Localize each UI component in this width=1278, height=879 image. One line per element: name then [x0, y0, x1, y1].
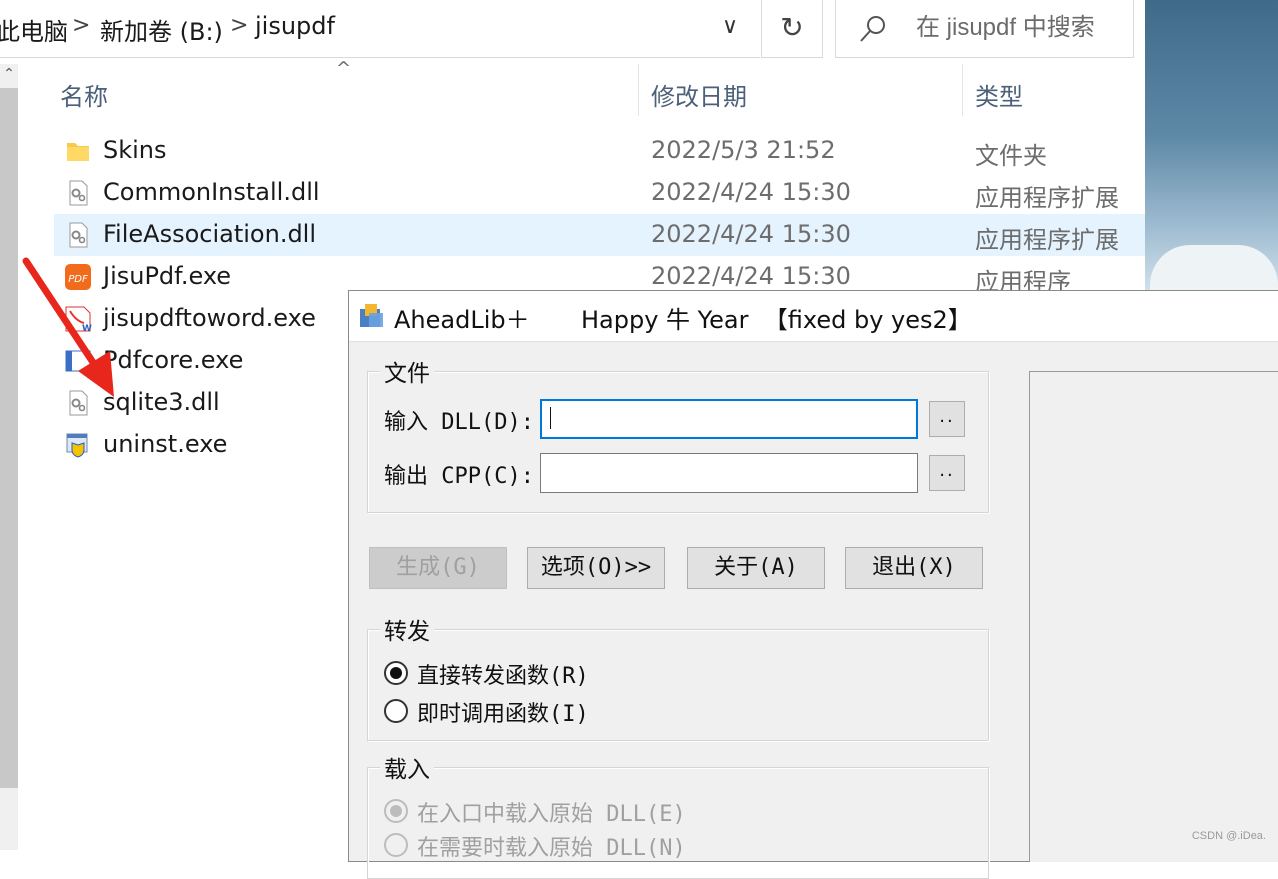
uninstaller-icon — [66, 433, 88, 458]
column-header-name[interactable]: 名称 — [60, 77, 108, 112]
generate-button[interactable]: 生成(G) — [369, 547, 507, 589]
file-name: jisupdftoword.exe — [103, 304, 316, 332]
dll-file-icon — [69, 222, 88, 248]
load-group-label: 载入 — [380, 750, 434, 784]
radio-unchecked-icon[interactable] — [384, 699, 408, 723]
radio-load-at-entry-label: 在入口中载入原始 DLL(E) — [417, 802, 686, 827]
options-button[interactable]: 选项(O)>> — [527, 547, 665, 589]
radio-unchecked-icon[interactable] — [384, 833, 408, 857]
breadcrumb-volume[interactable]: 新加卷 (B:) — [100, 12, 223, 47]
red-arrow-annotation — [22, 257, 114, 397]
file-name: FileAssociation.dll — [103, 220, 317, 248]
watermark: CSDN @.iDea. — [1191, 830, 1266, 842]
radio-load-on-demand-label: 在需要时载入原始 DLL(N) — [417, 836, 686, 861]
dialog-title: AheadLib＋ — [394, 306, 530, 334]
column-divider[interactable] — [638, 64, 639, 116]
file-group-label: 文件 — [380, 354, 434, 388]
dialog-title-bar[interactable]: AheadLib＋ Happy 牛 Year 【fixed by yes2】 — [349, 291, 1278, 342]
column-header-type[interactable]: 类型 — [975, 77, 1023, 112]
file-date: 2022/5/3 21:52 — [651, 136, 836, 164]
address-bar-area: 此电脑 > 新加卷 (B:) > jisupdf ∨ ↻ — [0, 0, 1145, 58]
input-dll-field[interactable] — [540, 399, 918, 439]
breadcrumb-folder[interactable]: jisupdf — [255, 12, 335, 40]
dialog-title-suffix: Happy 牛 Year 【fixed by yes2】 — [581, 306, 972, 334]
text-caret — [550, 407, 551, 429]
search-input[interactable] — [916, 10, 1126, 46]
browse-output-button[interactable]: .. — [929, 455, 965, 491]
column-headers: ^ 名称 修改日期 类型 — [40, 58, 1145, 124]
file-name: Skins — [103, 136, 167, 164]
browse-input-button[interactable]: .. — [929, 401, 965, 437]
radio-checked-icon[interactable] — [384, 661, 408, 685]
refresh-button[interactable]: ↻ — [761, 0, 823, 58]
file-date: 2022/4/24 15:30 — [651, 262, 851, 290]
column-header-modified[interactable]: 修改日期 — [651, 77, 747, 112]
radio-immediate-call-label: 即时调用函数(I) — [417, 702, 589, 727]
search-icon — [860, 16, 885, 42]
forward-group-label: 转发 — [380, 612, 434, 646]
breadcrumb-separator-icon[interactable]: > — [230, 13, 248, 38]
input-dll-label: 输入 DLL(D): — [384, 410, 534, 435]
aheadlib-app-icon — [360, 304, 383, 327]
file-name: CommonInstall.dll — [103, 178, 320, 206]
file-row[interactable]: Skins 2022/5/3 21:52 文件夹 — [54, 130, 1145, 172]
file-group: 文件 输入 DLL(D): .. 输出 CPP(C): .. — [367, 354, 989, 513]
radio-checked-icon[interactable] — [384, 799, 408, 823]
aheadlib-dialog: AheadLib＋ Happy 牛 Year 【fixed by yes2】 文… — [348, 290, 1278, 879]
folder-icon — [67, 143, 89, 161]
navigation-scrollbar-thumb[interactable] — [0, 88, 18, 788]
load-group: 载入 在入口中载入原始 DLL(E) 在需要时载入原始 DLL(N) — [367, 750, 989, 879]
output-cpp-field[interactable] — [540, 453, 918, 493]
address-bar[interactable]: 此电脑 > 新加卷 (B:) > jisupdf ∨ — [0, 0, 760, 58]
options-side-panel — [1029, 371, 1278, 862]
scroll-up-icon[interactable]: ⌃ — [0, 66, 18, 88]
breadcrumb-this-pc[interactable]: 此电脑 — [0, 12, 68, 47]
exit-button[interactable]: 退出(X) — [845, 547, 983, 589]
file-date: 2022/4/24 15:30 — [651, 220, 851, 248]
dll-file-icon — [69, 180, 88, 206]
radio-direct-forward-label: 直接转发函数(R) — [417, 664, 589, 689]
output-cpp-label: 输出 CPP(C): — [384, 464, 534, 489]
breadcrumb-separator-icon[interactable]: > — [72, 13, 90, 38]
file-row[interactable]: CommonInstall.dll 2022/4/24 15:30 应用程序扩展 — [54, 172, 1145, 214]
file-row-selected[interactable]: FileAssociation.dll 2022/4/24 15:30 应用程序… — [54, 214, 1145, 256]
file-type: 应用程序扩展 — [975, 226, 1119, 254]
file-type: 文件夹 — [975, 142, 1047, 170]
file-date: 2022/4/24 15:30 — [651, 178, 851, 206]
search-box[interactable] — [835, 0, 1134, 58]
column-divider[interactable] — [962, 64, 963, 116]
file-name: uninst.exe — [103, 430, 228, 458]
sort-ascending-icon: ^ — [336, 58, 352, 79]
forward-group: 转发 直接转发函数(R) 即时调用函数(I) — [367, 612, 989, 741]
file-type: 应用程序扩展 — [975, 184, 1119, 212]
address-dropdown-icon[interactable]: ∨ — [712, 14, 748, 44]
about-button[interactable]: 关于(A) — [687, 547, 825, 589]
